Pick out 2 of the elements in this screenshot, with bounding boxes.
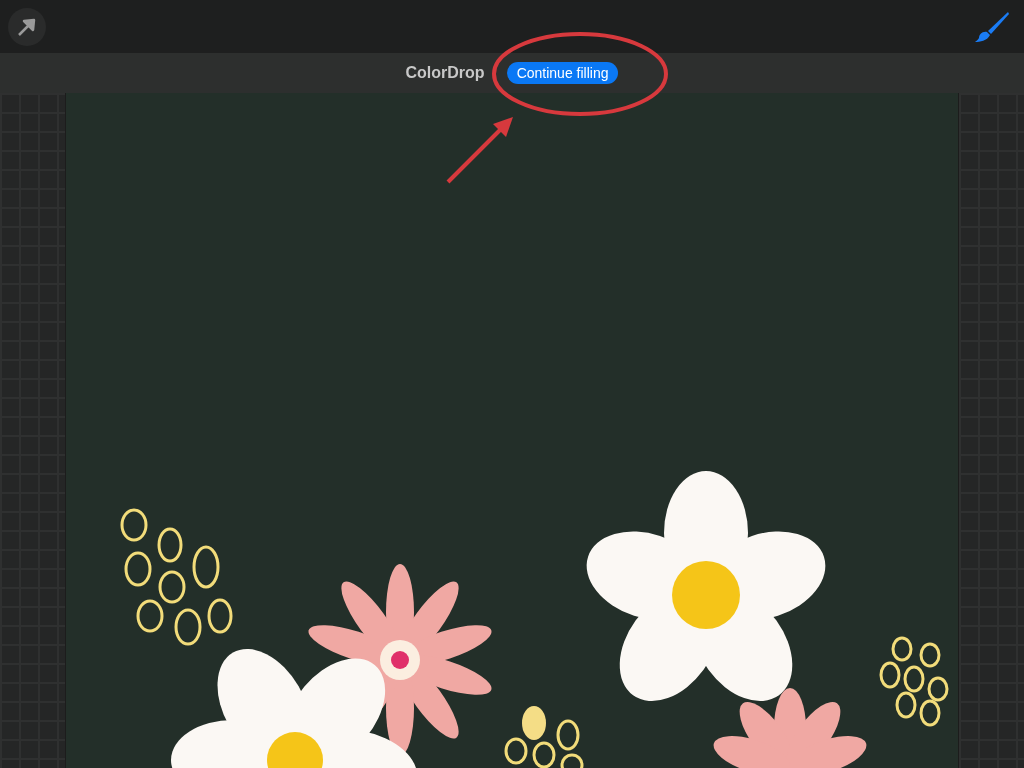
notification-title: ColorDrop	[405, 64, 485, 82]
continue-filling-button[interactable]: Continue filling	[506, 62, 619, 84]
